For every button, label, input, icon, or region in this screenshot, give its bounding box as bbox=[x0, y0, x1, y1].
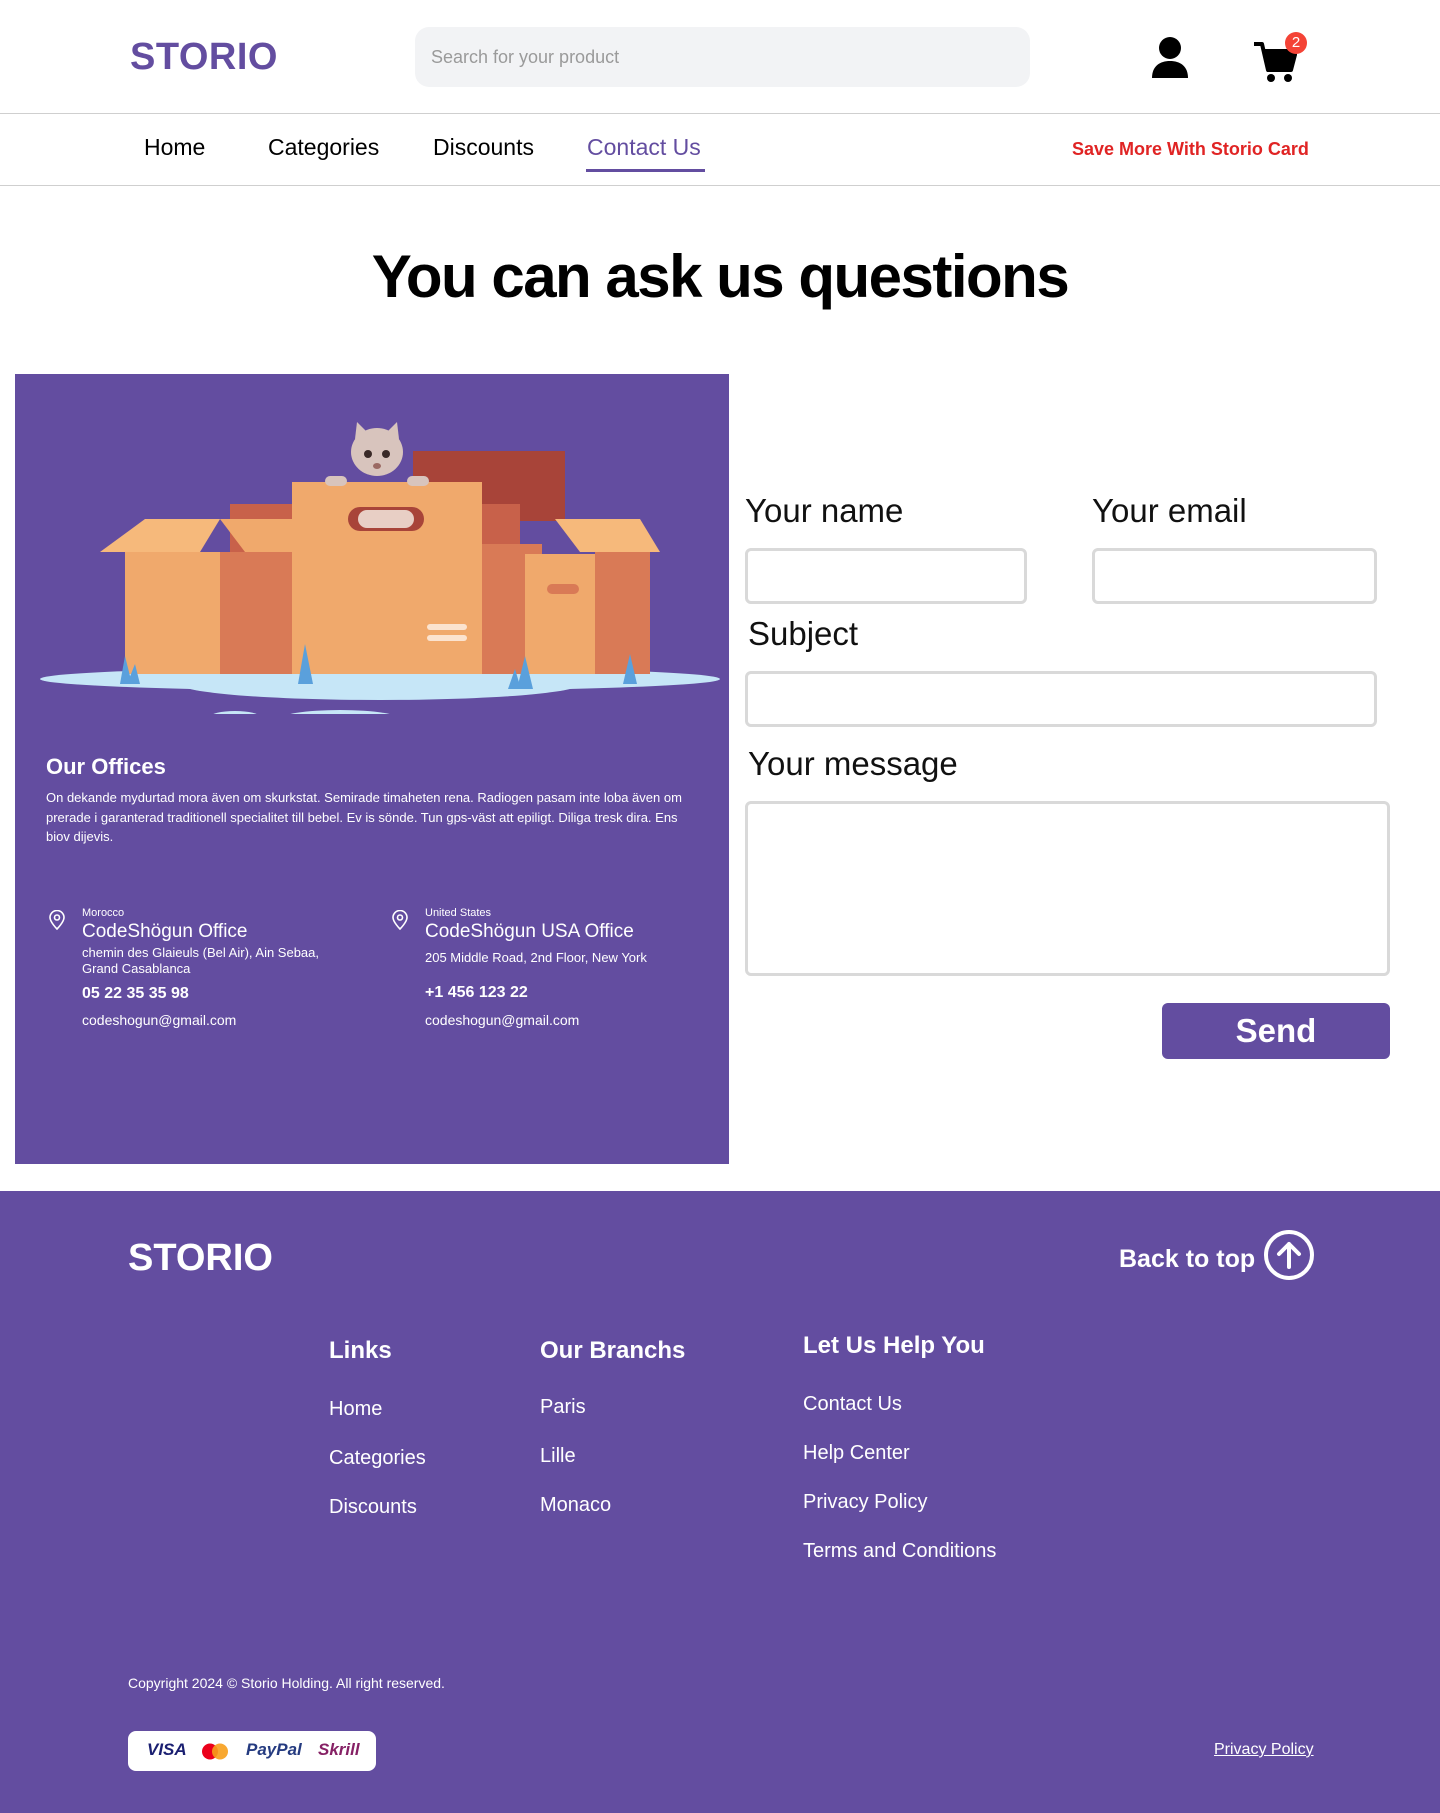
office-country: United States bbox=[425, 907, 492, 919]
footer-help-terms[interactable]: Terms and Conditions bbox=[803, 1540, 996, 1563]
mastercard-logo-icon bbox=[202, 1743, 228, 1760]
subject-input[interactable] bbox=[745, 671, 1377, 727]
office-phone[interactable]: 05 22 35 35 98 bbox=[82, 985, 189, 1003]
skrill-logo: Skrill bbox=[318, 1740, 360, 1759]
footer-help-privacy[interactable]: Privacy Policy bbox=[803, 1491, 927, 1514]
office-address: 205 Middle Road, 2nd Floor, New York bbox=[425, 950, 647, 965]
footer-logo[interactable]: STORIO bbox=[128, 1237, 273, 1280]
office-phone[interactable]: +1 456 123 22 bbox=[425, 984, 528, 1002]
footer-help-contact-us[interactable]: Contact Us bbox=[803, 1393, 902, 1416]
brand-logo[interactable]: STORIO bbox=[130, 36, 278, 79]
nav-active-underline bbox=[586, 169, 705, 172]
arrow-up-circle-icon[interactable] bbox=[1263, 1229, 1315, 1281]
boxes-cat-illustration bbox=[40, 422, 720, 714]
nav-contact-us[interactable]: Contact Us bbox=[587, 134, 701, 161]
office-country: Morocco bbox=[82, 907, 125, 919]
offices-title: Our Offices bbox=[46, 754, 166, 779]
footer-privacy-link[interactable]: Privacy Policy bbox=[1214, 1741, 1314, 1759]
message-textarea[interactable] bbox=[745, 801, 1390, 976]
name-input[interactable] bbox=[745, 548, 1027, 604]
footer-help-center[interactable]: Help Center bbox=[803, 1442, 910, 1465]
send-button[interactable]: Send bbox=[1162, 1003, 1390, 1059]
footer-links-title: Links bbox=[329, 1337, 392, 1364]
footer-branches-title: Our Branchs bbox=[540, 1337, 686, 1364]
footer-link-discounts[interactable]: Discounts bbox=[329, 1496, 417, 1519]
footer-branch-lille[interactable]: Lille bbox=[540, 1445, 576, 1468]
office-email[interactable]: codeshogun@gmail.com bbox=[82, 1012, 236, 1028]
nav-discounts[interactable]: Discounts bbox=[433, 134, 534, 161]
footer-branch-paris[interactable]: Paris bbox=[540, 1396, 586, 1419]
paypal-logo: PayPal bbox=[246, 1740, 302, 1759]
message-label: Your message bbox=[748, 745, 958, 782]
office-email[interactable]: codeshogun@gmail.com bbox=[425, 1012, 579, 1028]
cart-button[interactable]: 2 bbox=[1253, 32, 1307, 82]
offices-panel: Our Offices On dekande mydurtad mora äve… bbox=[15, 374, 729, 1164]
search-input[interactable] bbox=[415, 27, 1030, 87]
office-name: CodeShögun Office bbox=[82, 921, 248, 942]
storio-card-promo-link[interactable]: Save More With Storio Card bbox=[1072, 139, 1309, 160]
office-name: CodeShögun USA Office bbox=[425, 921, 634, 942]
copyright-text: Copyright 2024 © Storio Holding. All rig… bbox=[128, 1675, 445, 1691]
offices-description: On dekande mydurtad mora även om skurkst… bbox=[46, 790, 682, 844]
nav-categories[interactable]: Categories bbox=[268, 134, 379, 161]
footer-link-categories[interactable]: Categories bbox=[329, 1447, 426, 1470]
office-address: chemin des Glaieuls (Bel Air), Ain Sebaa… bbox=[82, 945, 320, 976]
email-label: Your email bbox=[1092, 492, 1247, 529]
footer: STORIO Back to top Links Home Categories… bbox=[0, 1191, 1440, 1813]
header-divider bbox=[0, 113, 1440, 114]
location-pin-icon bbox=[392, 910, 408, 930]
footer-link-home[interactable]: Home bbox=[329, 1398, 382, 1421]
name-label: Your name bbox=[745, 492, 904, 529]
payment-methods: VISA PayPal Skrill bbox=[128, 1731, 376, 1771]
subject-label: Subject bbox=[748, 615, 859, 652]
nav-divider bbox=[0, 185, 1440, 186]
footer-branch-monaco[interactable]: Monaco bbox=[540, 1494, 611, 1517]
footer-help-title: Let Us Help You bbox=[803, 1332, 985, 1359]
back-to-top-link[interactable]: Back to top bbox=[1119, 1245, 1255, 1274]
email-input[interactable] bbox=[1092, 548, 1377, 604]
visa-logo: VISA bbox=[147, 1740, 187, 1759]
page-title: You can ask us questions bbox=[371, 243, 1070, 310]
user-account-icon[interactable] bbox=[1150, 36, 1190, 78]
location-pin-icon bbox=[49, 910, 65, 930]
nav-home[interactable]: Home bbox=[144, 134, 205, 161]
cart-count-badge: 2 bbox=[1285, 32, 1307, 54]
